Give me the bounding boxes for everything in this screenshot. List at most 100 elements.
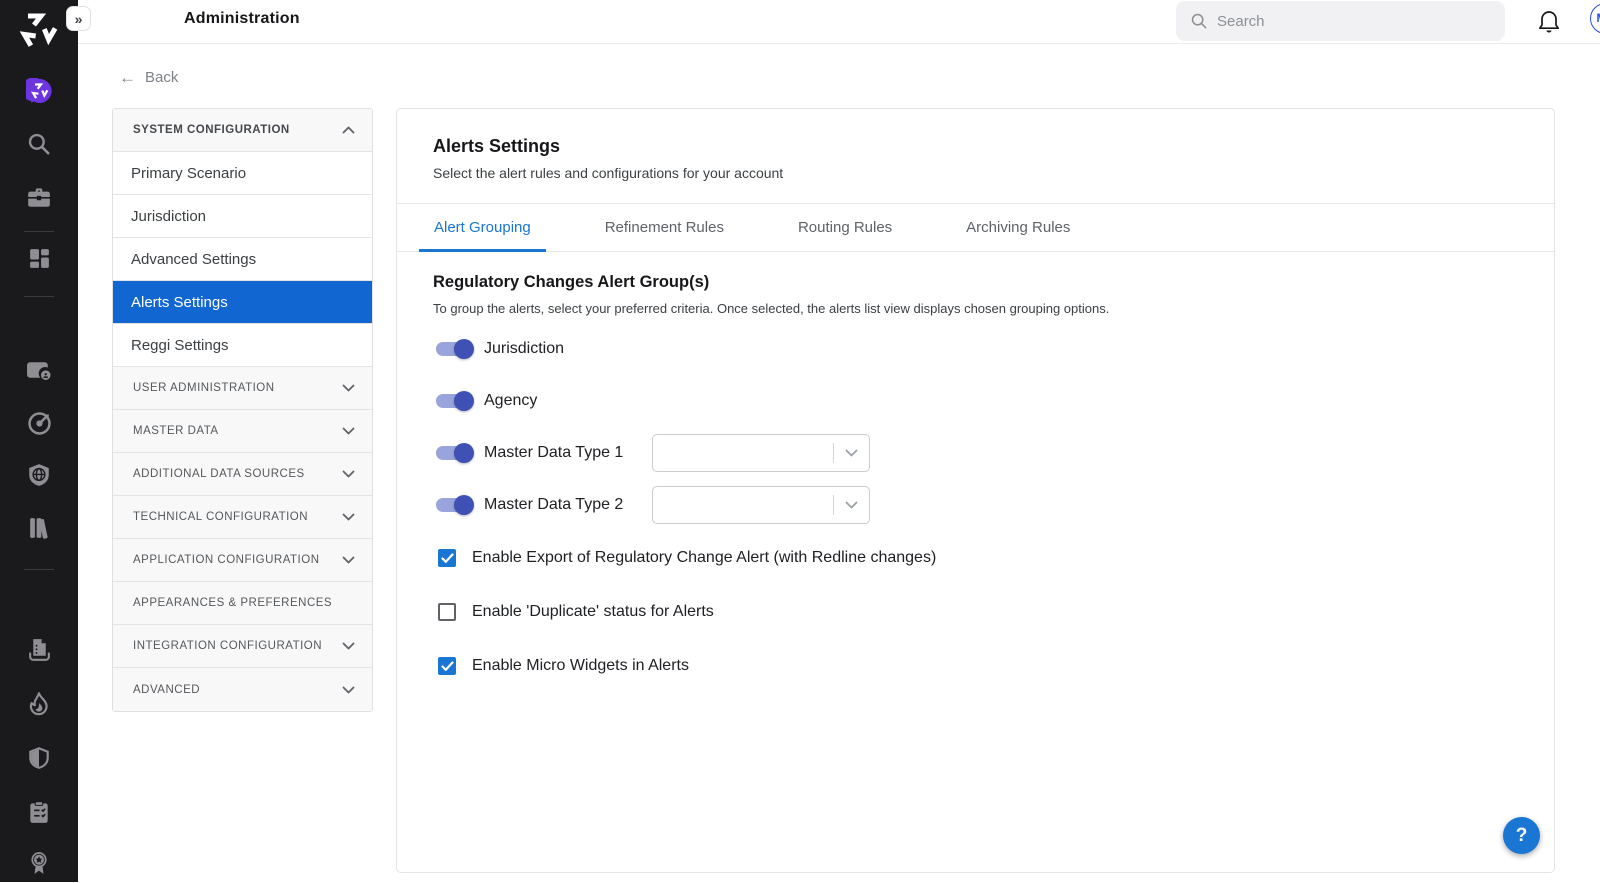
- menu-section-label: SYSTEM CONFIGURATION: [133, 124, 290, 136]
- menu-section-label: MASTER DATA: [133, 425, 219, 437]
- menu-section-technical-configuration[interactable]: TECHNICAL CONFIGURATION: [113, 496, 372, 539]
- menu-section-label: APPLICATION CONFIGURATION: [133, 554, 320, 566]
- menu-item-jurisdiction[interactable]: Jurisdiction: [113, 195, 372, 238]
- document-tray-icon[interactable]: [19, 630, 59, 670]
- toggle-label: Master Data Type 1: [484, 444, 648, 462]
- menu-section-label: ADVANCED: [133, 684, 200, 696]
- user-avatar[interactable]: MN: [1590, 3, 1600, 34]
- toggle-row-agency: Agency: [433, 382, 1518, 420]
- menu-section-master-data[interactable]: MASTER DATA: [113, 410, 372, 453]
- chevron-down-icon: [342, 427, 355, 435]
- search-icon[interactable]: [19, 124, 59, 164]
- toggle-row-master-data-type-2: Master Data Type 2: [433, 486, 1518, 524]
- chevron-down-icon: [342, 642, 355, 650]
- toggle-switch[interactable]: [436, 342, 470, 356]
- menu-section-user-administration[interactable]: USER ADMINISTRATION: [113, 367, 372, 410]
- toggle-row-master-data-type-1: Master Data Type 1: [433, 434, 1518, 472]
- brand-logo-icon[interactable]: [14, 6, 62, 54]
- chevron-down-icon: [845, 449, 858, 457]
- back-arrow-icon: ←: [119, 69, 136, 86]
- panel-header: Alerts Settings Select the alert rules a…: [397, 109, 1554, 204]
- back-label: Back: [145, 69, 178, 86]
- tab-refinement-rules[interactable]: Refinement Rules: [590, 204, 739, 251]
- panel-title: Alerts Settings: [433, 136, 1518, 157]
- toggle-knob: [454, 495, 474, 515]
- checkbox-row: Enable Export of Regulatory Change Alert…: [433, 538, 1518, 578]
- menu-section-label: USER ADMINISTRATION: [133, 382, 275, 394]
- toggle-label: Agency: [484, 392, 648, 410]
- tab-routing-rules[interactable]: Routing Rules: [783, 204, 907, 251]
- menu-item-advanced-settings[interactable]: Advanced Settings: [113, 238, 372, 281]
- tab-bar: Alert Grouping Refinement Rules Routing Ru…: [397, 204, 1554, 252]
- tab-alert-grouping[interactable]: Alert Grouping: [419, 204, 546, 251]
- shield-globe-icon[interactable]: [19, 455, 59, 495]
- rail-divider: [24, 296, 54, 297]
- search-input[interactable]: [1217, 13, 1467, 30]
- checkbox-row: Enable Micro Widgets in Alerts: [433, 646, 1518, 686]
- section-description: To group the alerts, select your preferr…: [433, 301, 1518, 316]
- checkbox-checked[interactable]: [438, 657, 456, 675]
- toggle-label: Jurisdiction: [484, 340, 648, 358]
- dropdown-select[interactable]: [652, 434, 870, 472]
- chevron-down-icon: [342, 470, 355, 478]
- chevron-up-icon: [342, 126, 355, 134]
- checkbox-label: Enable Export of Regulatory Change Alert…: [472, 549, 936, 567]
- chevron-down-icon: [845, 501, 858, 509]
- menu-section-label: TECHNICAL CONFIGURATION: [133, 511, 308, 523]
- menu-section-label: ADDITIONAL DATA SOURCES: [133, 468, 305, 480]
- notifications-bell-icon[interactable]: [1537, 8, 1561, 36]
- menu-item-alerts-settings[interactable]: Alerts Settings: [113, 281, 372, 324]
- page-title: Administration: [184, 10, 300, 28]
- menu-section-system-configuration[interactable]: SYSTEM CONFIGURATION: [113, 109, 372, 152]
- toggle-knob: [454, 339, 474, 359]
- rail-divider: [24, 231, 54, 232]
- sidebar-expand-button[interactable]: »: [66, 6, 91, 31]
- toggle-switch[interactable]: [436, 498, 470, 512]
- search-icon: [1190, 12, 1208, 30]
- chevron-down-icon: [342, 686, 355, 694]
- menu-section-advanced[interactable]: ADVANCED: [113, 668, 372, 711]
- rail-divider: [24, 569, 54, 570]
- settings-menu: SYSTEM CONFIGURATION Primary ScenarioJuri…: [112, 108, 373, 712]
- tab-archiving-rules[interactable]: Archiving Rules: [951, 204, 1085, 251]
- chevron-down-icon: [342, 556, 355, 564]
- library-icon[interactable]: [19, 507, 59, 547]
- menu-section-appearances-preferences[interactable]: APPEARANCES & PREFERENCES: [113, 582, 372, 625]
- help-button[interactable]: ?: [1503, 817, 1540, 854]
- menu-section-integration-configuration[interactable]: INTEGRATION CONFIGURATION: [113, 625, 372, 668]
- menu-section-application-configuration[interactable]: APPLICATION CONFIGURATION: [113, 539, 372, 582]
- flame-icon[interactable]: [19, 683, 59, 723]
- dashboard-icon[interactable]: [19, 238, 59, 278]
- award-icon[interactable]: [19, 843, 59, 883]
- toggle-switch[interactable]: [436, 394, 470, 408]
- dropdown-separator: [833, 443, 834, 463]
- icon-rail: [0, 0, 78, 882]
- menu-item-primary-scenario[interactable]: Primary Scenario: [113, 152, 372, 195]
- assistant-chat-icon[interactable]: [19, 71, 59, 111]
- checkbox-label: Enable Micro Widgets in Alerts: [472, 657, 689, 675]
- toggle-knob: [454, 391, 474, 411]
- menu-section-additional-data-sources[interactable]: ADDITIONAL DATA SOURCES: [113, 453, 372, 496]
- checkbox-unchecked[interactable]: [438, 603, 456, 621]
- alerts-settings-panel: Alerts Settings Select the alert rules a…: [396, 108, 1555, 873]
- chevron-down-icon: [342, 513, 355, 521]
- shield-half-icon[interactable]: [19, 738, 59, 778]
- clipboard-check-icon[interactable]: [19, 792, 59, 832]
- panel-subtitle: Select the alert rules and configuration…: [433, 165, 1518, 181]
- checkbox-row: Enable 'Duplicate' status for Alerts: [433, 592, 1518, 632]
- tab-content: Regulatory Changes Alert Group(s) To gro…: [397, 252, 1554, 686]
- chevron-down-icon: [342, 384, 355, 392]
- briefcase-icon[interactable]: [19, 177, 59, 217]
- back-button[interactable]: ← Back: [119, 69, 178, 86]
- section-title: Regulatory Changes Alert Group(s): [433, 273, 1518, 292]
- dropdown-separator: [833, 495, 834, 515]
- menu-item-reggi-settings[interactable]: Reggi Settings: [113, 324, 372, 367]
- toggle-switch[interactable]: [436, 446, 470, 460]
- menu-section-label: APPEARANCES & PREFERENCES: [133, 597, 332, 609]
- dropdown-select[interactable]: [652, 486, 870, 524]
- top-bar: Administration MN: [78, 0, 1600, 44]
- checkbox-checked[interactable]: [438, 549, 456, 567]
- global-search: [1176, 1, 1505, 41]
- wallet-alert-icon[interactable]: [19, 350, 59, 390]
- target-icon[interactable]: [19, 403, 59, 443]
